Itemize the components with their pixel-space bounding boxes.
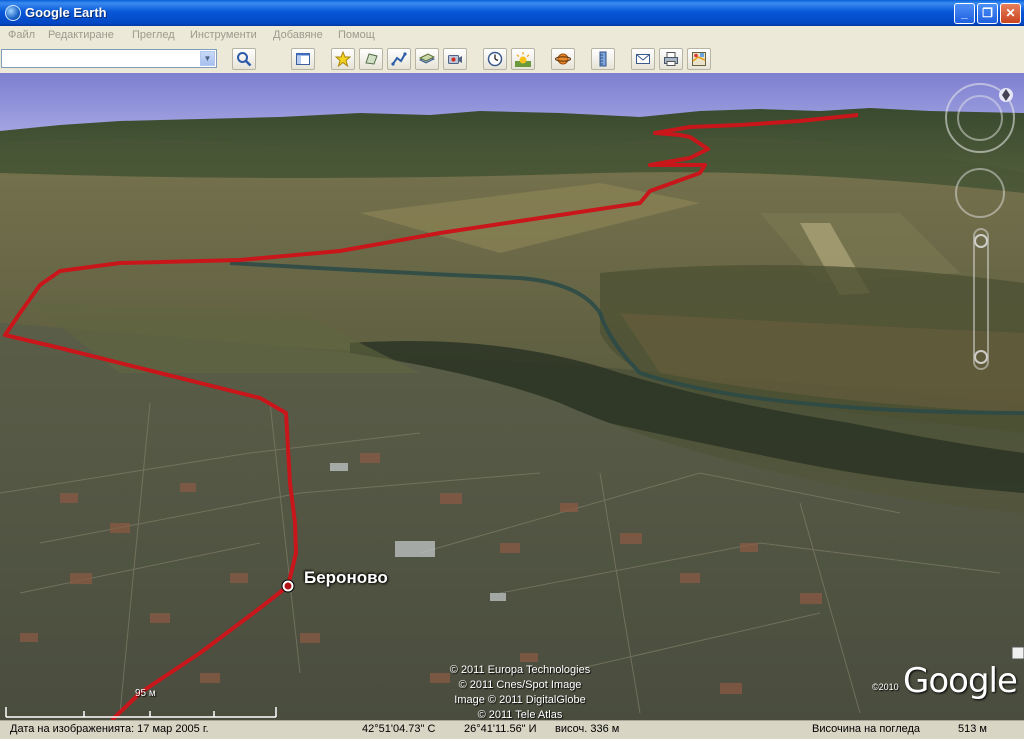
attribution-line: © 2011 Europa Technologies	[449, 664, 591, 676]
logo-copyright-year: ©2010	[872, 682, 899, 692]
minimize-button[interactable]: _	[954, 3, 975, 24]
polygon-icon	[365, 53, 378, 65]
google-maps-icon	[692, 52, 706, 66]
scale-label: 95 м	[135, 688, 156, 699]
menu-tools[interactable]: Инструменти	[190, 29, 257, 41]
place-label[interactable]: Бероново	[304, 568, 388, 588]
sidebar-button[interactable]	[291, 48, 315, 70]
attribution-line: © 2011 Tele Atlas	[477, 709, 563, 720]
status-bar: Дата на изображенията: 17 мар 2005 г. 42…	[0, 720, 1024, 739]
terrain-elevation: височ. 336 м	[555, 723, 620, 735]
menu-view[interactable]: Преглед	[132, 29, 175, 41]
search-history-dropdown[interactable]: ▼	[200, 51, 215, 66]
latitude: 42°51'04.73" С	[362, 723, 436, 735]
menu-add[interactable]: Добавяне	[273, 29, 323, 41]
historical-imagery-icon	[487, 51, 503, 67]
record-tour-button[interactable]	[443, 48, 467, 70]
add-path-button[interactable]	[387, 48, 411, 70]
close-button[interactable]: ✕	[1000, 3, 1021, 24]
menu-help[interactable]: Помощ	[338, 29, 375, 41]
google-earth-app-icon	[5, 5, 21, 21]
record-tour-icon	[448, 55, 462, 64]
title-bar: Google Earth _ ❐ ✕	[0, 0, 1024, 26]
historical-imagery-button[interactable]	[483, 48, 507, 70]
email-icon	[636, 54, 650, 64]
attribution-line: © 2011 Cnes/Spot Image	[458, 679, 582, 691]
planet-icon	[555, 53, 571, 65]
google-logo: Google	[903, 661, 1018, 701]
restore-button[interactable]: ❐	[977, 3, 998, 24]
menu-file[interactable]: Файл	[8, 29, 35, 41]
search-input[interactable]	[2, 50, 204, 67]
add-polygon-button[interactable]	[359, 48, 383, 70]
email-button[interactable]	[631, 48, 655, 70]
switch-planet-button[interactable]	[551, 48, 575, 70]
imagery-date: Дата на изображенията: 17 мар 2005 г.	[10, 723, 209, 735]
eye-altitude-value: 513 м	[958, 723, 987, 735]
ruler-button[interactable]	[591, 48, 615, 70]
sidebar-icon	[296, 53, 310, 65]
imagery-attribution: © 2011 Europa Technologies © 2011 Cnes/S…	[420, 663, 620, 720]
menu-edit[interactable]: Редактиране	[48, 29, 114, 41]
add-placemark-button[interactable]	[331, 48, 355, 70]
view-in-google-maps-button[interactable]	[687, 48, 711, 70]
toolbar: ▼	[0, 45, 1024, 74]
search-field[interactable]: ▼	[1, 49, 217, 68]
longitude: 26°41'11.56" И	[464, 723, 537, 735]
print-button[interactable]	[659, 48, 683, 70]
ruler-icon	[599, 51, 607, 67]
print-icon	[664, 52, 678, 66]
add-overlay-button[interactable]	[415, 48, 439, 70]
search-icon	[237, 52, 252, 67]
attribution-line: Image © 2011 DigitalGlobe	[454, 694, 586, 706]
menu-bar: Файл Редактиране Преглед Инструменти Доб…	[0, 26, 1024, 45]
terrain-imagery	[0, 73, 1024, 720]
map-view[interactable]: Бероново © 2011 Europa Technologies © 20…	[0, 73, 1024, 720]
sunlight-icon	[515, 52, 531, 67]
window-title: Google Earth	[25, 5, 107, 20]
overlay-icon	[419, 53, 435, 64]
search-button[interactable]	[232, 48, 256, 70]
placemark-icon	[335, 51, 351, 67]
eye-altitude-label: Височина на погледа	[812, 723, 921, 735]
path-icon	[391, 52, 407, 66]
sunlight-button[interactable]	[511, 48, 535, 70]
